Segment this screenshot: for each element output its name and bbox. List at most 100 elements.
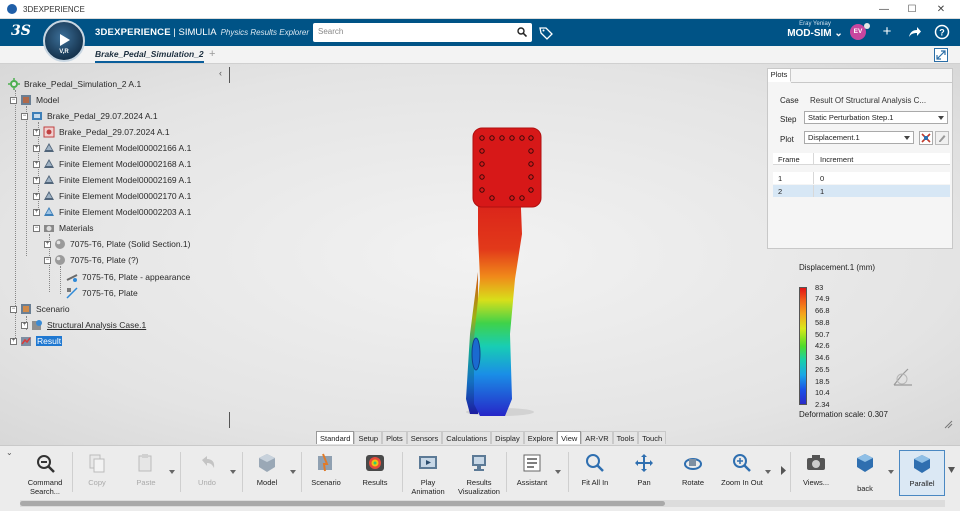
- tag-icon[interactable]: [539, 26, 553, 40]
- tree-node-appearance[interactable]: 7075-T6, Plate - appearance: [66, 270, 190, 284]
- help-icon[interactable]: ?: [934, 24, 950, 40]
- assistant-button[interactable]: Assistant: [509, 450, 561, 496]
- scenario-button[interactable]: Scenario: [303, 450, 349, 496]
- tab-brake-pedal-simulation[interactable]: Brake_Pedal_Simulation_2: [95, 49, 204, 63]
- tab-ar-vr[interactable]: AR-VR: [581, 431, 613, 444]
- tab-sensors[interactable]: Sensors: [406, 431, 443, 444]
- table-row-selected[interactable]: 2 1: [773, 185, 950, 197]
- user-info[interactable]: Eray Yeniay MOD-SIM ⌄: [784, 21, 846, 39]
- maximize-icon[interactable]: ☐: [898, 0, 926, 19]
- tree-node-fem-2166[interactable]: + Finite Element Model00002166 A.1: [33, 141, 191, 155]
- edit-icon[interactable]: [935, 131, 949, 145]
- share-icon[interactable]: [906, 24, 922, 40]
- command-label: Play Animation: [411, 478, 445, 496]
- expand-icon[interactable]: +: [10, 337, 17, 345]
- tree-splitter-bottom[interactable]: [229, 412, 230, 428]
- resize-corner-icon[interactable]: [944, 420, 953, 429]
- step-select[interactable]: Static Perturbation Step.1: [804, 111, 948, 124]
- expand-panel-icon[interactable]: [934, 48, 948, 62]
- tree-node-analysis-case[interactable]: + Structural Analysis Case.1: [21, 318, 146, 332]
- chevron-down-icon[interactable]: [888, 470, 894, 474]
- chevron-down-icon[interactable]: [169, 470, 175, 474]
- collapse-icon[interactable]: −: [10, 305, 17, 313]
- tab-tools[interactable]: Tools: [612, 431, 639, 444]
- command-search-button[interactable]: Command Search...: [22, 450, 68, 496]
- parallel-button[interactable]: Parallel: [899, 450, 945, 496]
- add-icon[interactable]: +: [879, 24, 895, 40]
- tree-node-materials[interactable]: − Materials: [33, 221, 93, 235]
- tree-node-fem-2203[interactable]: + Finite Element Model00002203 A.1: [33, 205, 191, 219]
- chevron-down-icon[interactable]: [230, 470, 236, 474]
- results-visualization-button[interactable]: Results Visualization ...: [456, 450, 502, 505]
- tree-node-fem-2170[interactable]: + Finite Element Model00002170 A.1: [33, 189, 191, 203]
- tab-view[interactable]: View: [557, 431, 582, 444]
- toolbar-more-icon[interactable]: [948, 466, 955, 474]
- tree-node-material-plate[interactable]: − 7075-T6, Plate (?): [44, 253, 139, 267]
- axis-triad-icon[interactable]: [890, 365, 916, 389]
- tab-explore[interactable]: Explore: [523, 431, 558, 444]
- model-button[interactable]: Model: [244, 450, 296, 496]
- tree-node-simulation[interactable]: Brake_Pedal_Simulation_2 A.1: [8, 77, 141, 91]
- tree-splitter[interactable]: [229, 67, 230, 83]
- expand-icon[interactable]: +: [33, 144, 40, 152]
- tree-node-fem-2169[interactable]: + Finite Element Model00002169 A.1: [33, 173, 191, 187]
- rotate-button[interactable]: Rotate: [670, 450, 716, 496]
- user-role[interactable]: MOD-SIM ⌄: [784, 28, 846, 39]
- search-input[interactable]: Search: [313, 23, 532, 42]
- tab-plots[interactable]: Plots: [768, 69, 791, 82]
- tab-setup[interactable]: Setup: [354, 431, 383, 444]
- play-animation-button[interactable]: Play Animation: [405, 450, 451, 496]
- expand-icon[interactable]: +: [33, 128, 40, 136]
- color-legend[interactable]: [799, 287, 807, 405]
- table-row[interactable]: 1 0: [773, 172, 950, 184]
- tree-collapse-icon[interactable]: ‹: [219, 68, 222, 78]
- expand-icon[interactable]: +: [44, 240, 51, 248]
- tree-node-part[interactable]: + Brake_Pedal_29.07.2024 A.1: [33, 125, 170, 139]
- tab-touch[interactable]: Touch: [638, 431, 667, 444]
- collapse-icon[interactable]: −: [44, 256, 51, 264]
- tree-node-scenario[interactable]: − Scenario: [10, 302, 70, 316]
- scrollbar-thumb[interactable]: [20, 501, 665, 506]
- ds-logo-icon[interactable]: 3S: [11, 23, 31, 39]
- compass-icon[interactable]: V,R: [43, 20, 85, 62]
- tree-node-result[interactable]: + Result: [10, 334, 63, 348]
- results-button[interactable]: Results: [352, 450, 398, 496]
- minimize-icon[interactable]: —: [870, 0, 898, 19]
- collapse-icon[interactable]: −: [10, 96, 17, 104]
- add-tab-icon[interactable]: +: [209, 48, 215, 60]
- tree-node-product[interactable]: − Brake_Pedal_29.07.2024 A.1: [21, 109, 158, 123]
- close-icon[interactable]: ✕: [927, 0, 955, 19]
- expand-icon[interactable]: +: [33, 176, 40, 184]
- tree-node-material-domain[interactable]: 7075-T6, Plate: [66, 286, 138, 300]
- tab-standard[interactable]: Standard: [316, 431, 355, 444]
- toolbar-next-icon[interactable]: [780, 466, 787, 475]
- scroll-up-icon[interactable]: ⌄: [6, 448, 13, 457]
- copy-button[interactable]: Copy: [74, 450, 120, 496]
- paste-button[interactable]: Paste: [123, 450, 175, 496]
- tab-display[interactable]: Display: [491, 431, 524, 444]
- tree-node-fem-2168[interactable]: + Finite Element Model00002168 A.1: [33, 157, 191, 171]
- views-button[interactable]: Views...: [793, 450, 839, 496]
- tree-node-model[interactable]: − Model: [10, 93, 59, 107]
- collapse-icon[interactable]: −: [33, 224, 40, 232]
- collapse-icon[interactable]: −: [21, 112, 28, 120]
- expand-icon[interactable]: +: [33, 208, 40, 216]
- tab-plots-section[interactable]: Plots: [382, 431, 407, 444]
- expand-icon[interactable]: +: [33, 160, 40, 168]
- zoom-button[interactable]: Zoom In Out: [719, 450, 771, 496]
- search-icon[interactable]: [517, 27, 527, 37]
- fit-all-in-button[interactable]: Fit All In: [572, 450, 618, 496]
- expand-icon[interactable]: +: [33, 192, 40, 200]
- chevron-down-icon[interactable]: [290, 470, 296, 474]
- chevron-down-icon[interactable]: [765, 470, 771, 474]
- back-view-button[interactable]: back: [842, 450, 894, 496]
- tab-calculations[interactable]: Calculations: [442, 431, 492, 444]
- toolbar-scrollbar[interactable]: [20, 500, 945, 507]
- plot-select[interactable]: Displacement.1: [804, 131, 914, 144]
- pan-button[interactable]: Pan: [621, 450, 667, 496]
- plot-options-icon[interactable]: [919, 131, 933, 145]
- expand-icon[interactable]: +: [21, 321, 28, 329]
- tree-node-material-solid-section[interactable]: + 7075-T6, Plate (Solid Section.1): [44, 237, 190, 251]
- chevron-down-icon[interactable]: [555, 470, 561, 474]
- undo-button[interactable]: Undo: [184, 450, 236, 496]
